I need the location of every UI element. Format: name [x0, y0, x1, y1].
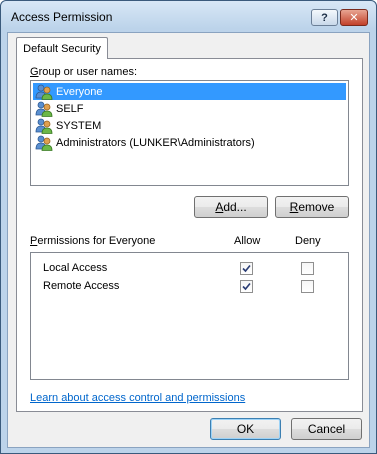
close-button[interactable]: ✕	[340, 9, 368, 26]
dialog-window: Access Permission ? ✕ Default Security G…	[0, 0, 377, 454]
group-user-listbox[interactable]: Everyone SELF SYSTEM Administrators (LUN…	[30, 80, 349, 186]
users-icon	[35, 118, 53, 134]
checkmark-icon	[242, 264, 251, 273]
title-bar[interactable]: Access Permission ? ✕	[1, 1, 376, 29]
tab-label: Default Security	[23, 42, 101, 55]
permission-row-label: Remote Access	[43, 280, 120, 292]
tab-panel: Group or user names: Everyone SELF SYSTE…	[16, 58, 363, 412]
list-item-administrators[interactable]: Administrators (LUNKER\Administrators)	[33, 134, 346, 151]
add-button-label: Add...	[215, 200, 247, 214]
ok-button-label: OK	[236, 422, 255, 436]
cancel-button-label: Cancel	[307, 422, 346, 436]
list-item-label: Everyone	[56, 85, 103, 98]
group-list-label: Group or user names:	[30, 66, 137, 78]
permissions-header: Permissions for Everyone	[30, 235, 156, 247]
list-item-label: SYSTEM	[56, 119, 102, 132]
local-access-deny-checkbox[interactable]	[301, 262, 314, 275]
list-item-label: Administrators (LUNKER\Administrators)	[56, 136, 255, 149]
close-icon: ✕	[349, 12, 359, 24]
add-button[interactable]: Add...	[194, 196, 268, 218]
window-title: Access Permission	[11, 10, 113, 24]
list-item-self[interactable]: SELF	[33, 100, 346, 117]
allow-column-header: Allow	[234, 235, 261, 247]
remove-button-label: Remove	[289, 200, 335, 214]
permission-row-label: Local Access	[43, 262, 108, 274]
deny-column-header: Deny	[295, 235, 321, 247]
list-item-label: SELF	[56, 102, 84, 115]
cancel-button[interactable]: Cancel	[291, 418, 362, 440]
users-icon	[35, 101, 53, 117]
checkmark-icon	[242, 282, 251, 291]
local-access-allow-checkbox[interactable]	[240, 262, 253, 275]
dialog-client-area: Default Security Group or user names: Ev…	[7, 32, 370, 448]
remote-access-deny-checkbox[interactable]	[301, 280, 314, 293]
remove-button[interactable]: Remove	[275, 196, 349, 218]
help-icon: ?	[321, 11, 328, 24]
help-button[interactable]: ?	[311, 9, 338, 26]
users-icon	[35, 135, 53, 151]
ok-button[interactable]: OK	[210, 418, 281, 440]
permissions-list: Local Access Remote Access	[30, 252, 349, 380]
learn-more-link[interactable]: Learn about access control and permissio…	[30, 392, 245, 404]
tab-default-security[interactable]: Default Security	[16, 37, 108, 59]
users-icon	[35, 84, 53, 100]
list-item-everyone[interactable]: Everyone	[33, 83, 346, 100]
list-item-system[interactable]: SYSTEM	[33, 117, 346, 134]
remote-access-allow-checkbox[interactable]	[240, 280, 253, 293]
